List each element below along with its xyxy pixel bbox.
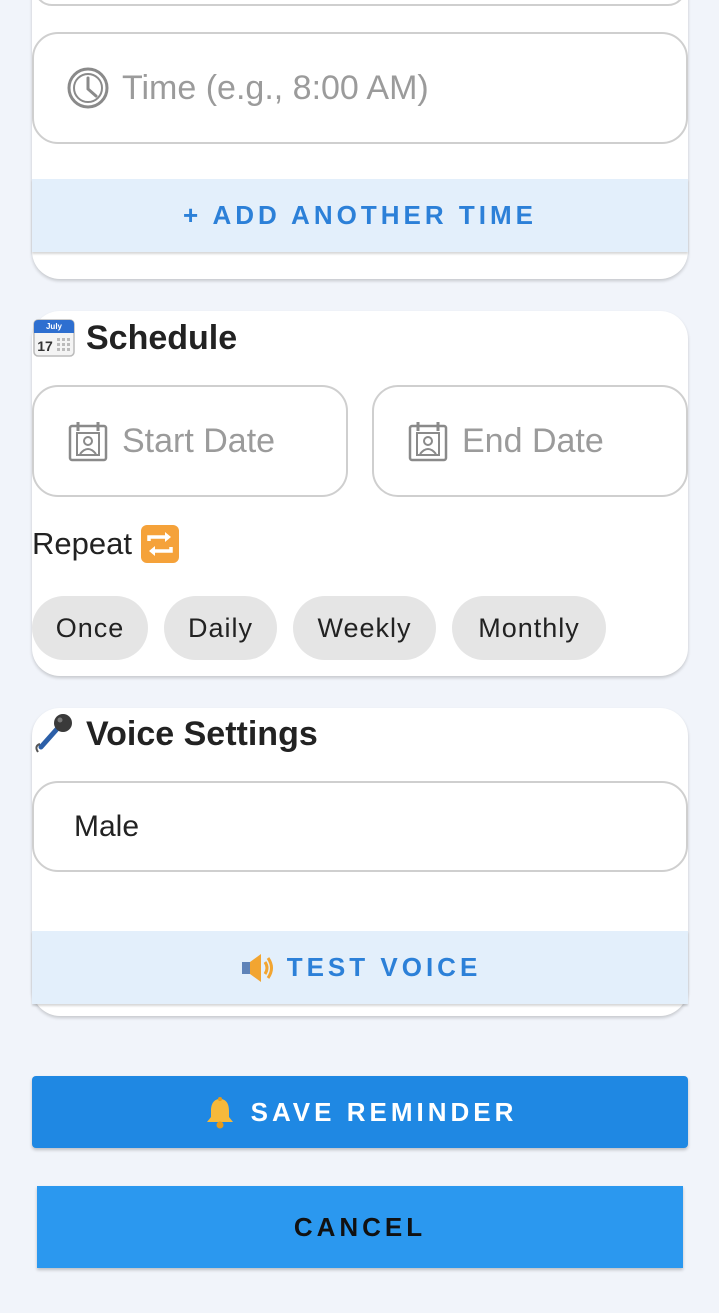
svg-text:July: July [46, 322, 63, 331]
add-another-time-label: + ADD ANOTHER TIME [183, 200, 537, 230]
test-voice-button[interactable]: TEST VOICE [32, 931, 688, 1004]
speaker-icon [241, 953, 273, 982]
calendar-person-icon [408, 422, 448, 462]
repeat-icon [140, 525, 179, 563]
time-input-placeholder: Time (e.g., 8:00 AM) [122, 68, 429, 107]
repeat-label-text: Repeat [32, 526, 132, 561]
schedule-title: July 17 Schedule [32, 314, 237, 362]
repeat-option-label: Weekly [317, 612, 412, 643]
svg-text:17: 17 [37, 338, 53, 354]
repeat-option-monthly[interactable]: Monthly [452, 596, 606, 660]
cancel-label: CANCEL [293, 1211, 427, 1242]
repeat-option-label: Once [55, 612, 125, 643]
repeat-option-weekly[interactable]: Weekly [293, 596, 436, 660]
voice-settings-title: Voice Settings [32, 710, 318, 758]
calendar-person-icon [68, 422, 108, 462]
start-date-input[interactable]: Start Date [32, 385, 348, 497]
voice-select-value: Male [74, 809, 140, 843]
repeat-label: Repeat [32, 522, 180, 566]
repeat-option-label: Monthly [478, 612, 580, 643]
microphone-icon [35, 714, 72, 753]
add-another-time-button[interactable]: + ADD ANOTHER TIME [32, 179, 688, 252]
repeat-option-once[interactable]: Once [32, 596, 148, 660]
end-date-placeholder: End Date [462, 421, 604, 460]
save-reminder-label: SAVE REMINDER [250, 1096, 518, 1127]
schedule-title-text: Schedule [86, 318, 238, 357]
calendar-icon: July 17 [33, 319, 75, 357]
start-date-placeholder: Start Date [122, 421, 276, 460]
bell-icon [206, 1097, 233, 1129]
voice-settings-title-text: Voice Settings [86, 714, 318, 753]
clock-icon [67, 67, 109, 109]
repeat-option-daily[interactable]: Daily [164, 596, 277, 660]
repeat-option-label: Daily [187, 612, 253, 643]
previous-field-edge [34, 0, 686, 6]
time-input[interactable]: Time (e.g., 8:00 AM) [32, 32, 688, 144]
save-reminder-button[interactable]: SAVE REMINDER [32, 1076, 688, 1148]
end-date-input[interactable]: End Date [372, 385, 688, 497]
cancel-button[interactable]: CANCEL [37, 1186, 683, 1268]
test-voice-label: TEST VOICE [286, 952, 482, 982]
voice-select[interactable]: Male [32, 781, 688, 872]
